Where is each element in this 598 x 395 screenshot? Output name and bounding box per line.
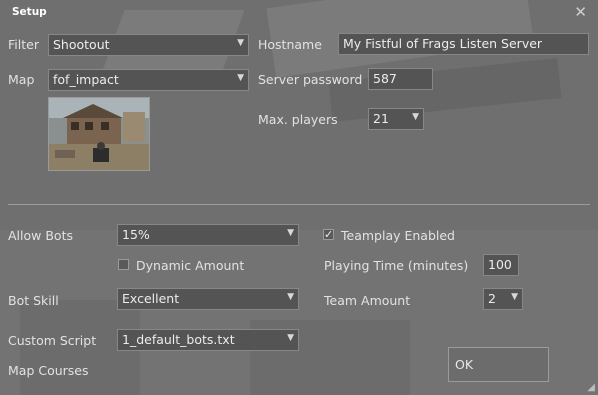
checkmark-icon: ✓: [324, 228, 334, 241]
dropdown-arrow-icon: ▼: [287, 228, 294, 238]
resize-grip-icon[interactable]: ◢: [587, 382, 595, 393]
allow-bots-dropdown[interactable]: 15% ▼: [117, 224, 299, 246]
hostname-input[interactable]: My Fistful of Frags Listen Server: [338, 33, 589, 55]
bot-skill-value: Excellent: [122, 291, 180, 306]
dropdown-arrow-icon: ▼: [237, 38, 244, 48]
map-dropdown[interactable]: fof_impact ▼: [48, 69, 249, 91]
hostname-label: Hostname: [258, 37, 322, 52]
filter-value: Shootout: [53, 37, 110, 52]
custom-script-label: Custom Script: [8, 333, 97, 348]
teamplay-label: Teamplay Enabled: [341, 228, 455, 243]
playing-time-input[interactable]: 100: [483, 254, 519, 276]
team-amount-value: 2: [488, 291, 496, 306]
dropdown-arrow-icon: ▼: [511, 292, 518, 302]
bot-skill-dropdown[interactable]: Excellent ▼: [117, 288, 299, 310]
map-value: fof_impact: [53, 72, 119, 87]
dropdown-arrow-icon: ▼: [237, 73, 244, 83]
max-players-label: Max. players: [258, 112, 338, 127]
map-preview-image: [48, 97, 150, 171]
custom-script-dropdown[interactable]: 1_default_bots.txt ▼: [117, 329, 299, 351]
playing-time-label: Playing Time (minutes): [324, 258, 469, 273]
close-icon[interactable]: ✕: [574, 3, 587, 21]
max-players-value: 21: [373, 111, 389, 126]
dropdown-arrow-icon: ▼: [412, 112, 419, 122]
dynamic-amount-checkbox[interactable]: [118, 259, 129, 270]
teamplay-checkbox[interactable]: ✓: [323, 229, 334, 240]
server-password-label: Server password: [258, 72, 363, 87]
dynamic-amount-label: Dynamic Amount: [136, 258, 245, 273]
filter-dropdown[interactable]: Shootout ▼: [48, 34, 249, 56]
map-label: Map: [8, 72, 35, 87]
custom-script-value: 1_default_bots.txt: [122, 332, 235, 347]
team-amount-dropdown[interactable]: 2 ▼: [483, 288, 523, 310]
map-courses-label: Map Courses: [8, 363, 89, 378]
map-preview-graphic: [49, 98, 149, 170]
dropdown-arrow-icon: ▼: [287, 292, 294, 302]
allow-bots-value: 15%: [122, 227, 150, 242]
filter-label: Filter: [8, 37, 39, 52]
team-amount-label: Team Amount: [324, 293, 411, 308]
allow-bots-label: Allow Bots: [8, 228, 73, 243]
server-password-input[interactable]: 587: [368, 68, 433, 90]
window-title: Setup: [12, 6, 47, 18]
dropdown-arrow-icon: ▼: [287, 333, 294, 343]
ok-button[interactable]: OK: [448, 347, 549, 382]
bot-skill-label: Bot Skill: [8, 293, 59, 308]
section-divider: [8, 204, 590, 205]
max-players-dropdown[interactable]: 21 ▼: [368, 108, 424, 130]
